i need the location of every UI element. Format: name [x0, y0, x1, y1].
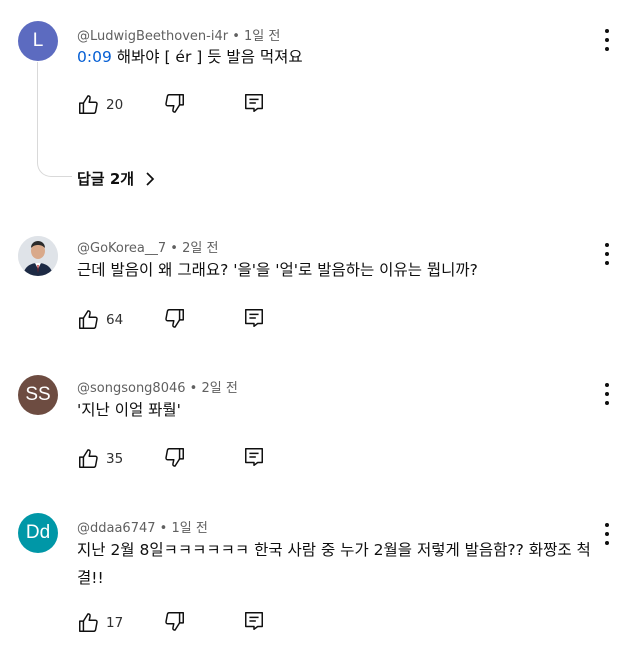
like-count: 17	[106, 615, 124, 631]
author-name[interactable]: @ddaa6747	[77, 521, 156, 536]
reply-icon	[243, 307, 265, 329]
reply-button[interactable]	[243, 446, 265, 468]
replies-label: 답글 2개	[77, 170, 135, 188]
comment-meta: @songsong8046 • 2일 전	[77, 377, 238, 396]
comment-time: 1일 전	[171, 521, 208, 536]
avatar[interactable]	[18, 236, 58, 276]
dislike-button[interactable]	[164, 446, 186, 468]
comment-body: '지난 이얼 퐈뤌'	[77, 401, 181, 419]
like-button[interactable]: 17	[77, 612, 123, 634]
dislike-button[interactable]	[164, 610, 186, 632]
meta-separator: •	[170, 241, 178, 256]
meta-separator: •	[232, 29, 240, 44]
like-button[interactable]: 35	[77, 448, 123, 470]
reply-icon	[243, 446, 265, 468]
meta-separator: •	[159, 521, 168, 536]
like-count: 64	[106, 312, 124, 328]
replies-toggle[interactable]: 답글 2개	[77, 168, 156, 189]
thread-line	[37, 62, 72, 177]
thumbs-up-icon	[77, 94, 99, 116]
comment-1: L @LudwigBeethoven-i4r • 1일 전 0:09 해봐야 […	[0, 0, 640, 200]
like-button[interactable]: 64	[77, 309, 123, 331]
more-vert-icon[interactable]	[604, 243, 610, 265]
avatar-letter: Dd	[25, 522, 51, 543]
like-button[interactable]: 20	[77, 94, 123, 116]
reply-icon	[243, 92, 265, 114]
reply-button[interactable]	[243, 307, 265, 329]
chevron-right-icon	[144, 171, 156, 186]
reply-icon	[243, 610, 265, 632]
comment-actions: 64	[77, 307, 263, 333]
avatar[interactable]: L	[18, 21, 58, 61]
thumbs-down-icon	[164, 610, 186, 632]
timestamp-link[interactable]: 0:09	[77, 48, 112, 66]
comment-time: 2일 전	[201, 381, 238, 396]
thumbs-down-icon	[164, 446, 186, 468]
thumbs-up-icon	[77, 612, 99, 634]
author-name[interactable]: @LudwigBeethoven-i4r	[77, 29, 228, 44]
author-name[interactable]: @GoKorea__7	[77, 241, 166, 256]
comment-actions: 35	[77, 446, 263, 472]
thumbs-down-icon	[164, 307, 186, 329]
dislike-button[interactable]	[164, 92, 186, 114]
comment-meta: @LudwigBeethoven-i4r • 1일 전	[77, 25, 280, 44]
comment-meta: @ddaa6747 • 1일 전	[77, 517, 208, 536]
comment-text: 0:09 해봐야 [ ér ] 듯 발음 먹져요	[77, 43, 607, 71]
more-vert-icon[interactable]	[604, 29, 610, 51]
thumbs-up-icon	[77, 448, 99, 470]
comment-body: 근데 발음이 왜 그래요? '을'을 '얼'로 발음하는 이유는 뭡니까?	[77, 261, 478, 279]
dislike-button[interactable]	[164, 307, 186, 329]
avatar-letter: SS	[25, 384, 51, 405]
avatar[interactable]: Dd	[18, 513, 58, 553]
comment-4: Dd @ddaa6747 • 1일 전 지난 2월 8일ㅋㅋㅋㅋㅋㅋ 한국 사람…	[0, 500, 640, 662]
comment-body: 해봐야 [ ér ] 듯 발음 먹져요	[116, 48, 303, 66]
more-vert-icon[interactable]	[604, 383, 610, 405]
comment-actions: 20	[77, 92, 263, 118]
comment-time: 2일 전	[182, 241, 219, 256]
author-name[interactable]: @songsong8046	[77, 381, 186, 396]
reply-button[interactable]	[243, 610, 265, 632]
thumbs-up-icon	[77, 309, 99, 331]
comment-3: SS @songsong8046 • 2일 전 '지난 이얼 퐈뤌' 35	[0, 360, 640, 480]
comment-2: @GoKorea__7 • 2일 전 근데 발음이 왜 그래요? '을'을 '얼…	[0, 220, 640, 340]
comment-time: 1일 전	[244, 29, 281, 44]
more-vert-icon[interactable]	[604, 523, 610, 545]
like-count: 20	[106, 97, 124, 113]
comment-meta: @GoKorea__7 • 2일 전	[77, 237, 218, 256]
comment-body: 지난 2월 8일ㅋㅋㅋㅋㅋㅋ 한국 사람 중 누가 2월을 저렇게 발음함?? …	[77, 541, 591, 587]
reply-button[interactable]	[243, 92, 265, 114]
like-count: 35	[106, 451, 124, 467]
comment-actions: 17	[77, 610, 263, 636]
avatar[interactable]: SS	[18, 375, 58, 415]
avatar-letter: L	[32, 30, 44, 51]
meta-separator: •	[189, 381, 198, 396]
thumbs-down-icon	[164, 92, 186, 114]
